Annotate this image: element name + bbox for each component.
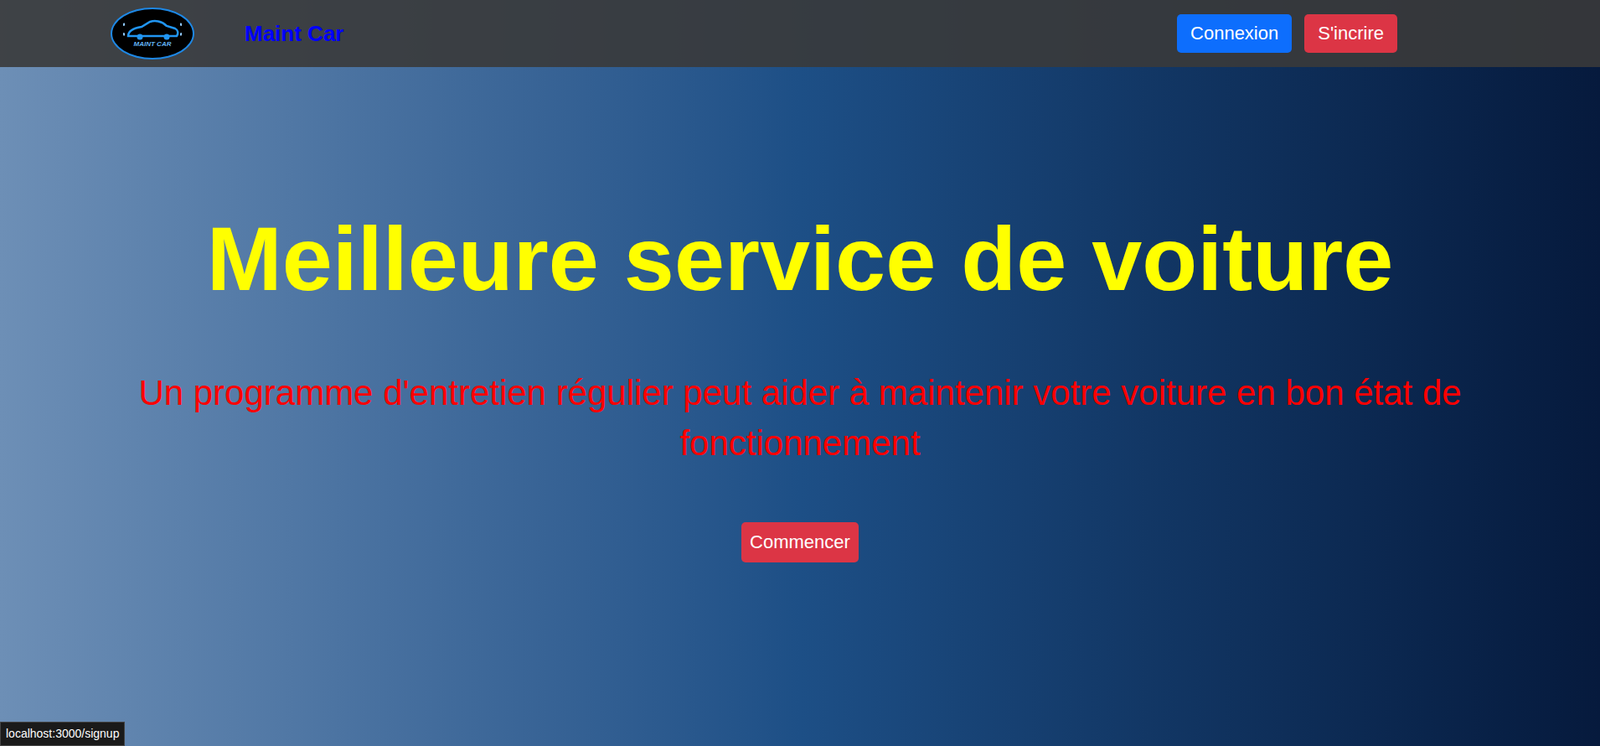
nav-button[interactable]: S'incrire	[1304, 14, 1398, 53]
hero-subtitle: Un programme d'entretien régulier peut a…	[50, 367, 1550, 469]
status-bar: localhost:3000/signup	[0, 721, 125, 746]
brand-name[interactable]: Maint Car	[244, 17, 344, 51]
navbar: MAINT CAR Maint Car Connexion S'incrire	[0, 0, 1600, 68]
nav-button[interactable]: Connexion	[1176, 14, 1292, 53]
nav-buttons: Connexion S'incrire	[1176, 14, 1398, 53]
logo-text: MAINT CAR	[134, 41, 172, 48]
hero-title: Meilleure service de voiture	[206, 209, 1394, 310]
start-button[interactable]: Commencer	[741, 521, 859, 563]
hero: Meilleure service de voiture Un programme…	[0, 67, 1600, 746]
page: MAINT CAR Maint Car Connexion S'incrire Meil…	[0, 0, 1600, 746]
logo[interactable]: MAINT CAR	[110, 7, 195, 60]
car-logo-icon	[123, 19, 182, 42]
